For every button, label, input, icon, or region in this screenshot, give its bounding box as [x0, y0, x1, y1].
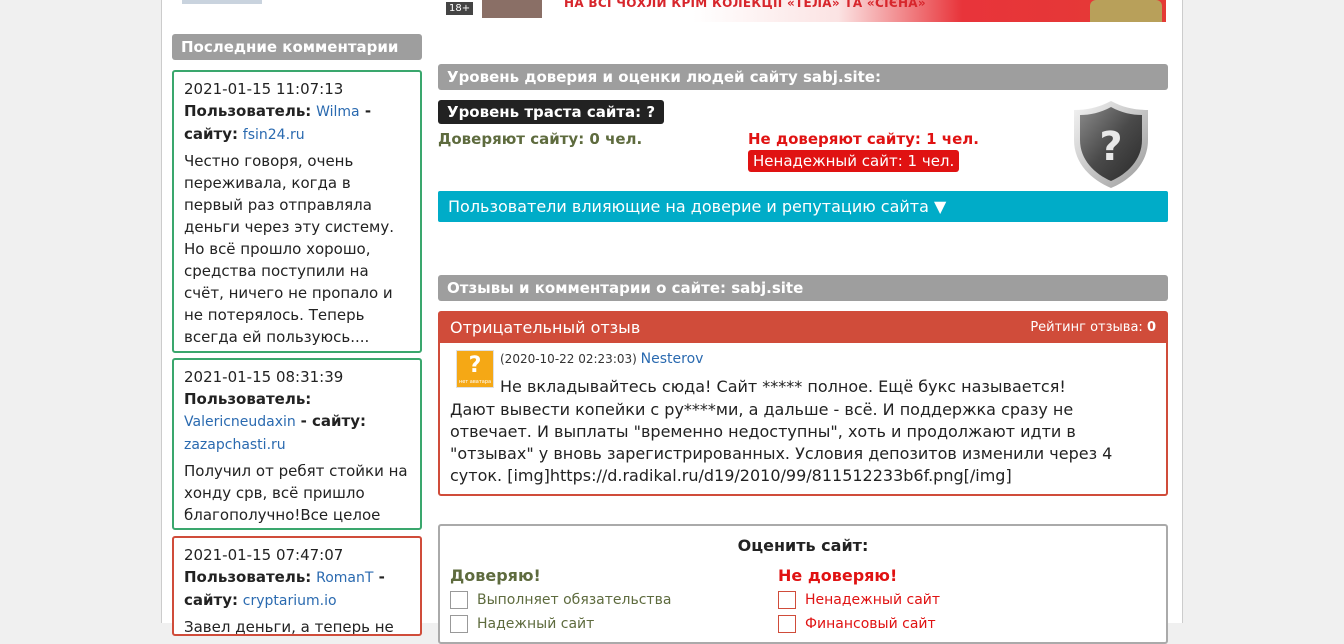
page-container: Последние комментарии 2021-01-15 11:07:1…	[161, 0, 1183, 644]
comment-user-link[interactable]: Wilma	[316, 104, 360, 120]
shield-question-icon: ?	[1074, 101, 1148, 188]
review-rating-label: Рейтинг отзыва:	[1030, 320, 1143, 335]
age-tag: 18+	[446, 2, 474, 15]
trust-option[interactable]: Надежный сайт	[450, 615, 671, 633]
comment-date: 2021-01-15 08:31:39	[184, 368, 344, 386]
checkbox[interactable]	[450, 615, 468, 633]
review-type: Отрицательный отзыв	[450, 318, 641, 337]
comment-site-link[interactable]: zazapchasti.ru	[184, 437, 286, 453]
comment-text: Завел деньги, а теперь не	[184, 618, 394, 636]
review-author-link[interactable]: Nesterov	[641, 351, 704, 367]
checkbox[interactable]	[450, 591, 468, 609]
comment-user-link[interactable]: RomanT	[316, 570, 373, 586]
banner-decoration	[1090, 0, 1162, 22]
banner-product-image	[482, 0, 542, 18]
distrust-head: Не доверяю!	[778, 566, 898, 585]
comment-site-label: - сайту:	[300, 412, 367, 430]
comment-text: Получил от ребят стойки на хонду срв, вс…	[184, 462, 408, 524]
checkbox[interactable]	[778, 591, 796, 609]
reviews-section-title: Отзывы и комментарии о сайте: sabj.site	[438, 275, 1168, 301]
option-label: Ненадежный сайт	[805, 592, 941, 608]
comment-text: Честно говоря, очень переживала, когда в…	[184, 152, 395, 346]
trust-option[interactable]: Выполняет обязательства	[450, 591, 671, 609]
unreliable-badge: Ненадежный сайт: 1 чел.	[748, 150, 960, 172]
ad-banner[interactable]: 18+ НА ВСІ ЧОХЛИ КРІМ КОЛЕКЦІЇ «ТЕЛА» ТА…	[438, 0, 1166, 22]
review-date: (2020-10-22 02:23:03)	[500, 352, 637, 366]
review-card-negative: Отрицательный отзыв Рейтинг отзыва: 0 ? …	[438, 311, 1168, 496]
avatar-symbol: ?	[468, 353, 482, 378]
review-body: Дают вывести копейки с ру****ми, а дальш…	[450, 400, 1113, 485]
comment-site-link[interactable]: fsin24.ru	[243, 127, 305, 143]
comment-date: 2021-01-15 11:07:13	[184, 80, 344, 98]
rate-title: Оценить сайт:	[737, 536, 869, 555]
trust-head: Доверяю!	[450, 566, 541, 585]
review-rating: Рейтинг отзыва: 0	[1030, 313, 1156, 343]
comment-card-negative: 2021-01-15 07:47:07 Пользователь: RomanT…	[172, 536, 422, 636]
trust-level-badge: Уровень траста сайта: ?	[438, 100, 665, 124]
comment-user-label: Пользователь:	[184, 390, 312, 408]
sidebar-title: Последние комментарии	[172, 34, 422, 60]
distrust-option[interactable]: Ненадежный сайт	[778, 591, 940, 609]
review-meta: (2020-10-22 02:23:03) Nesterov	[500, 351, 703, 367]
comment-user-label: Пользователь:	[184, 102, 312, 120]
comment-user-label: Пользователь:	[184, 568, 312, 586]
review-rating-value: 0	[1146, 320, 1156, 335]
option-label: Выполняет обязательства	[477, 592, 672, 608]
distrust-count: Не доверяют сайту: 1 чел.	[748, 130, 979, 148]
comment-date: 2021-01-15 07:47:07	[184, 546, 344, 564]
comment-card: 2021-01-15 11:07:13 Пользователь: Wilma …	[172, 70, 422, 353]
trust-count: Доверяют сайту: 0 чел.	[438, 130, 643, 148]
comment-site-link[interactable]: cryptarium.io	[243, 593, 337, 609]
comment-user-link[interactable]: Valericneudaxin	[184, 414, 296, 430]
rate-site-form: Оценить сайт: Доверяю! Выполняет обязате…	[438, 524, 1168, 644]
user-avatar-icon: ? нет аватара	[456, 350, 494, 388]
avatar-caption: нет аватара	[458, 379, 492, 385]
users-influence-toggle[interactable]: Пользователи влияющие на доверие и репут…	[438, 191, 1168, 222]
trust-section-title: Уровень доверия и оценки людей сайту sab…	[438, 64, 1168, 90]
sidebar-image-fragment	[182, 0, 262, 4]
banner-text: НА ВСІ ЧОХЛИ КРІМ КОЛЕКЦІЇ «ТЕЛА» ТА «СІ…	[564, 0, 926, 10]
review-first-line: Не вкладывайтесь сюда! Сайт ***** полное…	[500, 377, 1066, 396]
option-label: Надежный сайт	[477, 616, 595, 632]
checkbox[interactable]	[778, 615, 796, 633]
option-label: Финансовый сайт	[805, 616, 936, 632]
shield-symbol: ?	[1099, 124, 1122, 170]
review-header: Отрицательный отзыв Рейтинг отзыва: 0	[440, 313, 1166, 343]
distrust-option[interactable]: Финансовый сайт	[778, 615, 940, 633]
comment-card: 2021-01-15 08:31:39 Пользователь: Valeri…	[172, 358, 422, 530]
